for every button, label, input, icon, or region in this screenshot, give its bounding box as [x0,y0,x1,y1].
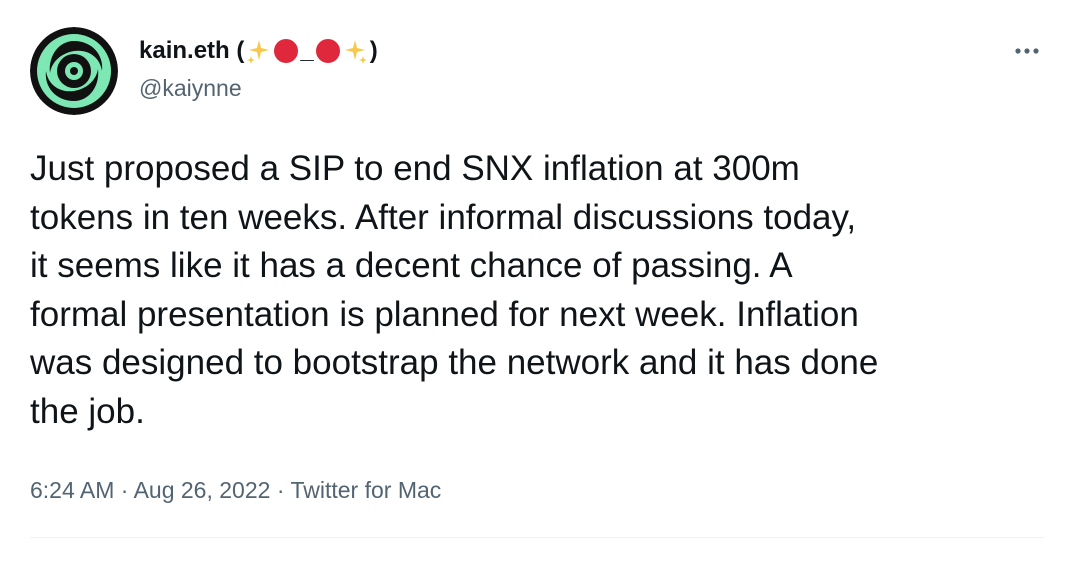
tweet-meta: 6:24 AM · Aug 26, 2022 · Twitter for Mac [30,471,441,509]
display-name-close: ) [369,37,378,64]
red-circle-icon [273,38,299,64]
display-name-underscore: _ [300,37,314,64]
meta-separator: · [276,477,285,503]
meta-separator: · [120,477,129,503]
more-options-button[interactable] [1011,35,1043,67]
avatar[interactable] [30,27,118,115]
tweet-date: Aug 26, 2022 [133,477,271,503]
tweet-time: 6:24 AM [30,477,115,503]
avatar-image [30,27,118,115]
tweet-text: Just proposed a SIP to end SNX inflation… [30,149,879,431]
display-name-text: kain.eth ( [139,37,245,64]
display-name[interactable]: kain.eth ( _ ) [139,33,378,69]
sparkles-icon [245,38,271,64]
tweet-source-link[interactable]: Twitter for Mac [290,477,441,503]
red-circle-icon [315,38,341,64]
user-handle[interactable]: @kaiynne [139,71,242,105]
sparkles-icon [343,38,369,64]
tweet-time-link[interactable]: 6:24 AM · Aug 26, 2022 [30,477,277,503]
more-dots-icon [1015,48,1039,54]
divider [30,537,1044,538]
tweet-card: kain.eth ( _ ) @kaiynne Just proposed a … [0,0,1080,563]
